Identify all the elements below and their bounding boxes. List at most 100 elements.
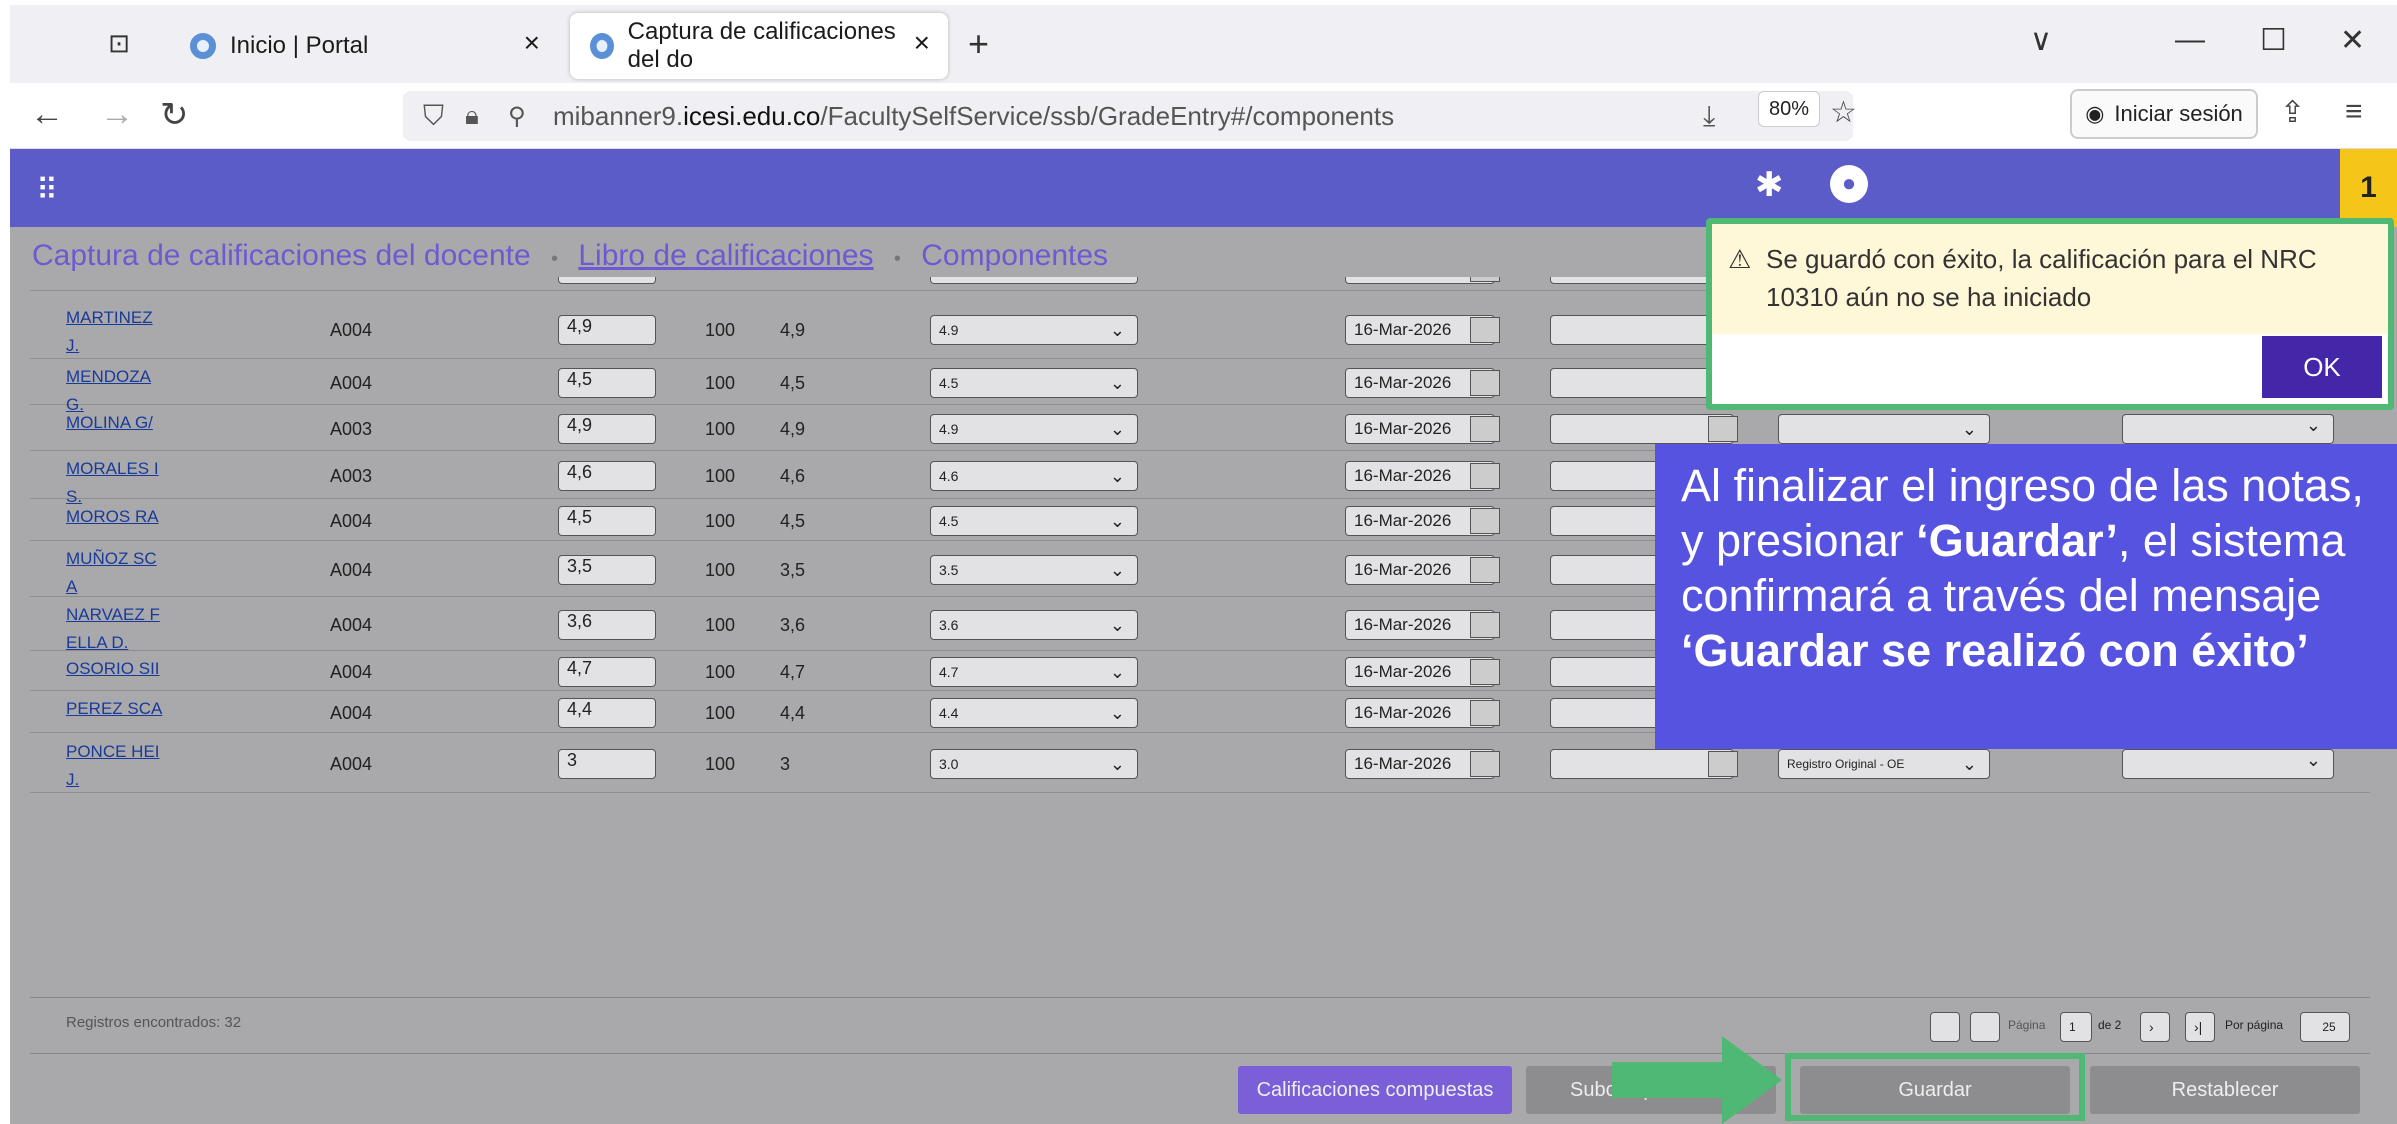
registry-select[interactable]: Registro Original - OE ⌄ xyxy=(1778,749,1990,779)
reload-icon[interactable]: ↻ xyxy=(160,95,189,135)
per-page-input[interactable]: 25 xyxy=(2300,1012,2350,1042)
chevron-down-icon: ⌄ xyxy=(1109,615,1125,635)
status-select[interactable]: ⌄ xyxy=(2122,414,2334,444)
next-page-button[interactable]: › xyxy=(2140,1012,2170,1042)
grade-select[interactable]: 3.6 ⌄ xyxy=(930,610,1138,640)
weighted-grade: 4,5 xyxy=(780,511,806,531)
grade-input[interactable]: 4,7 xyxy=(558,657,656,687)
breadcrumb-link-gradebook[interactable]: Libro de calificaciones xyxy=(578,239,873,272)
grade-select[interactable]: 4.9 ⌄ xyxy=(930,315,1138,345)
calendar-icon[interactable] xyxy=(1470,557,1500,583)
grade-input[interactable]: 4,9 xyxy=(558,315,656,345)
grade-select[interactable]: 4.5 ⌄ xyxy=(930,368,1138,398)
calendar-icon[interactable] xyxy=(1470,508,1500,534)
tab-inicio-portal[interactable]: Inicio | Portal × xyxy=(170,13,558,79)
breadcrumb-separator: • xyxy=(893,248,901,270)
grade-select[interactable]: 4.7 ⌄ xyxy=(930,657,1138,687)
calendar-icon[interactable] xyxy=(1470,751,1500,777)
status-select[interactable]: ⌄ xyxy=(2122,749,2334,779)
tab-captura[interactable]: Captura de calificaciones del do × xyxy=(570,13,948,79)
user-avatar-icon[interactable]: ● xyxy=(1830,165,1868,203)
back-icon[interactable]: ← xyxy=(30,95,64,134)
student-name-link[interactable]: OSORIO SII xyxy=(66,655,166,683)
calendar-icon[interactable] xyxy=(1470,612,1500,638)
calendar-icon[interactable] xyxy=(1470,659,1500,685)
student-name-link[interactable]: PEREZ SCA xyxy=(66,695,166,723)
maximize-button[interactable]: ☐ xyxy=(2260,23,2287,58)
gear-icon[interactable]: ✱ xyxy=(1755,165,1784,205)
calendar-icon[interactable] xyxy=(1708,751,1738,777)
lock-icon: 🔒︎ xyxy=(465,100,479,130)
grade-input[interactable]: 3 xyxy=(558,749,656,779)
grade-input[interactable]: 4,9 xyxy=(558,414,656,444)
calendar-icon[interactable] xyxy=(1470,370,1500,396)
calendar-icon[interactable] xyxy=(1470,416,1500,442)
grade-input[interactable]: 4,5 xyxy=(558,506,656,536)
grade-input[interactable]: 4,6 xyxy=(558,461,656,491)
student-name-link[interactable]: MARTINEZ J. xyxy=(66,304,166,360)
url-prefix: mibanner9. xyxy=(553,100,684,131)
grade-input[interactable]: 4,5 xyxy=(558,368,656,398)
grade-select[interactable]: 4.9 ⌄ xyxy=(930,414,1138,444)
chevron-down-icon: ⌄ xyxy=(1109,466,1125,486)
tab-list-icon[interactable]: ⊡ xyxy=(103,27,135,59)
grade-select[interactable]: 3.0 ⌄ xyxy=(930,749,1138,779)
grade-input[interactable]: 3,6 xyxy=(558,610,656,640)
calendar-icon[interactable] xyxy=(1470,700,1500,726)
permissions-icon[interactable]: ⚲ xyxy=(508,102,526,131)
notification-badge[interactable]: 1 xyxy=(2340,149,2397,227)
forward-icon[interactable]: → xyxy=(100,95,134,134)
minimize-button[interactable]: — xyxy=(2175,23,2205,57)
student-name-link[interactable]: NARVAEZ F ELLA D. xyxy=(66,601,166,657)
grade-input[interactable]: 4,4 xyxy=(558,698,656,728)
calendar-icon[interactable] xyxy=(1470,277,1500,282)
grade-select[interactable]: 4.5 ⌄ xyxy=(930,506,1138,536)
address-bar[interactable]: ⛉ 🔒︎ ⚲ mibanner9. icesi.edu.co/FacultySel… xyxy=(403,91,1853,141)
student-id: A004 xyxy=(330,703,373,723)
first-page-button[interactable] xyxy=(1930,1012,1960,1042)
grade-input[interactable]: 3,5 xyxy=(558,555,656,585)
download-page-icon[interactable]: ⤓ xyxy=(1703,100,1715,133)
grade-select[interactable]: 3.5 ⌄ xyxy=(930,555,1138,585)
reset-button[interactable]: Restablecer xyxy=(2090,1066,2360,1114)
student-name-link[interactable]: MOROS RA xyxy=(66,503,166,531)
list-all-tabs-icon[interactable]: ∨ xyxy=(2030,23,2052,58)
grade-select-value: 4.7 xyxy=(939,664,959,680)
new-tab-button[interactable]: + xyxy=(968,23,989,65)
student-name-link[interactable]: PONCE HEI J. xyxy=(66,738,166,794)
last-page-button[interactable]: ›| xyxy=(2185,1012,2215,1042)
registry-select[interactable]: ⌄ xyxy=(1778,414,1990,444)
weighted-grade: 3,6 xyxy=(780,615,806,635)
zoom-level[interactable]: 80% xyxy=(1758,91,1820,127)
grade-select[interactable]: ⌄ xyxy=(930,277,1138,284)
close-window-button[interactable]: ✕ xyxy=(2340,23,2365,58)
calendar-icon[interactable] xyxy=(1470,463,1500,489)
close-tab-icon[interactable]: × xyxy=(524,27,540,59)
menu-icon[interactable]: ≡ xyxy=(2345,95,2363,129)
student-name-link[interactable]: MUÑOZ SC A xyxy=(66,545,166,601)
chevron-down-icon: ⌄ xyxy=(1109,419,1125,439)
share-icon[interactable]: ⇪ xyxy=(2280,95,2305,130)
sign-in-button[interactable]: ◉ Iniciar sesión xyxy=(2070,89,2258,139)
page-input[interactable]: 1 xyxy=(2060,1012,2092,1042)
comment-input[interactable] xyxy=(1550,749,1734,779)
chevron-down-icon: ⌄ xyxy=(1109,320,1125,340)
url-domain: icesi.edu.co xyxy=(683,100,821,131)
breadcrumb-item[interactable]: Captura de calificaciones del docente xyxy=(32,239,531,272)
grade-select[interactable]: 4.4 ⌄ xyxy=(930,698,1138,728)
student-id: A004 xyxy=(330,662,373,682)
comment-input[interactable] xyxy=(1550,414,1734,444)
grade-select[interactable]: 4.6 ⌄ xyxy=(930,461,1138,491)
student-name-link[interactable]: MOLINA G/ xyxy=(66,409,166,437)
grade-input[interactable] xyxy=(558,277,656,284)
prev-page-button[interactable] xyxy=(1970,1012,2000,1042)
close-tab-icon[interactable]: × xyxy=(914,27,930,59)
calendar-icon[interactable] xyxy=(1708,416,1738,442)
bookmark-star-icon[interactable]: ☆ xyxy=(1830,95,1857,130)
composite-grades-button[interactable]: Calificaciones compuestas xyxy=(1238,1066,1512,1114)
ok-button[interactable]: OK xyxy=(2262,336,2382,398)
apps-grid-icon[interactable]: ⠿ xyxy=(36,173,58,208)
calendar-icon[interactable] xyxy=(1470,317,1500,343)
percentage: 100 xyxy=(705,320,736,340)
chevron-down-icon: ⌄ xyxy=(1110,277,1125,283)
